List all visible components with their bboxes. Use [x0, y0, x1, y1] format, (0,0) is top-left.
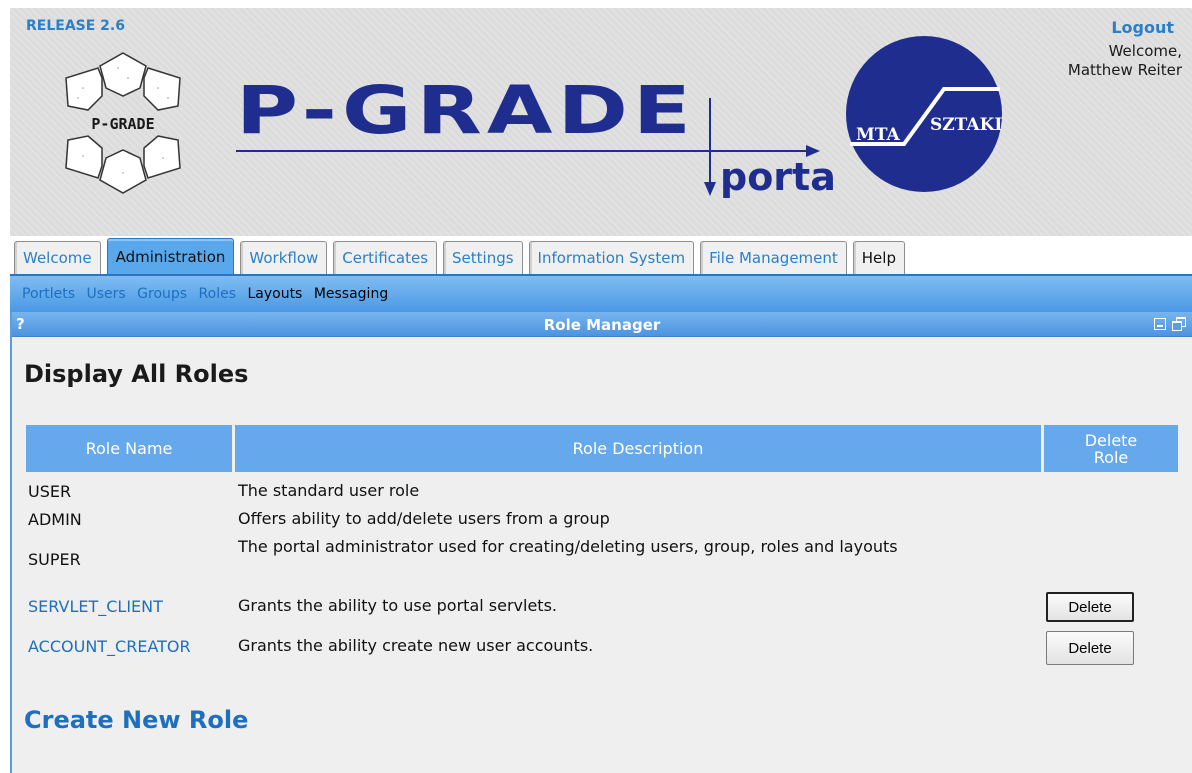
svg-text:P-GRADE: P-GRADE [91, 115, 154, 133]
subnav-users[interactable]: Users [87, 286, 126, 302]
admin-subnav: Portlets Users Groups Roles Layouts Mess… [10, 274, 1192, 312]
role-description: Grants the ability create new user accou… [238, 636, 594, 655]
main-tab-bar: Welcome Administration Workflow Certific… [10, 236, 1192, 274]
mta-sztaki-logo: MTA SZTAKI [844, 34, 1004, 198]
welcome-message: Welcome, Matthew Reiter [1022, 42, 1182, 80]
subnav-roles[interactable]: Roles [199, 286, 236, 302]
subnav-messaging[interactable]: Messaging [314, 286, 388, 302]
col-role-name: Role Name [26, 425, 232, 472]
svg-text:SZTAKI: SZTAKI [930, 115, 1002, 135]
col-delete-role-label: Delete Role [1084, 430, 1138, 467]
tab-file-management[interactable]: File Management [700, 241, 847, 274]
maximize-icon[interactable] [1172, 317, 1186, 331]
role-name-link[interactable]: SERVLET_CLIENT [28, 597, 163, 616]
svg-text:portal: portal [720, 155, 836, 199]
role-name-link[interactable]: ACCOUNT_CREATOR [28, 637, 191, 656]
role-name: USER [28, 482, 72, 501]
tab-certificates[interactable]: Certificates [333, 241, 438, 274]
page-title: Display All Roles [24, 360, 249, 388]
subnav-portlets[interactable]: Portlets [22, 286, 75, 302]
svg-text:MTA: MTA [856, 125, 901, 145]
role-manager-portlet: ? Role Manager Display All Roles Role Na… [10, 312, 1192, 773]
role-name: SUPER [28, 550, 81, 569]
logout-link[interactable]: Logout [1111, 18, 1174, 37]
delete-role-button[interactable]: Delete [1046, 631, 1134, 665]
subnav-groups[interactable]: Groups [137, 286, 187, 302]
tab-help[interactable]: Help [852, 241, 905, 274]
pgrade-portal-logo: P-GRADE portal [236, 72, 849, 212]
subnav-layouts[interactable]: Layouts [247, 286, 302, 302]
portlet-title: Role Manager [543, 316, 661, 334]
pgrade-emblem-logo: P-GRADE [48, 48, 198, 202]
release-label: RELEASE 2.6 [26, 18, 125, 34]
table-row: SERVLET_CLIENT Grants the ability to use… [28, 592, 1178, 622]
minimize-icon[interactable] [1154, 318, 1166, 330]
col-delete-role: Delete Role [1044, 425, 1178, 472]
tab-information-system[interactable]: Information System [528, 241, 695, 274]
roles-table-header: Role Name Role Description Delete Role [26, 425, 1178, 472]
col-role-description: Role Description [235, 425, 1041, 472]
tab-welcome[interactable]: Welcome [14, 241, 101, 274]
role-description: The portal administrator used for creati… [238, 537, 898, 556]
table-row: USER The standard user role [28, 482, 1178, 502]
portlet-titlebar: ? Role Manager [12, 312, 1192, 337]
role-description: Offers ability to add/delete users from … [238, 509, 610, 528]
role-description: Grants the ability to use portal servlet… [238, 596, 557, 615]
table-row: ACCOUNT_CREATOR Grants the ability creat… [28, 629, 1178, 665]
role-description: The standard user role [238, 481, 420, 500]
tab-workflow[interactable]: Workflow [240, 241, 328, 274]
tab-settings[interactable]: Settings [443, 241, 523, 274]
user-name: Matthew Reiter [1067, 61, 1182, 79]
table-row: SUPER The portal administrator used for … [28, 538, 1178, 578]
role-name: ADMIN [28, 510, 82, 529]
table-row: ADMIN Offers ability to add/delete users… [28, 510, 1178, 530]
tab-administration[interactable]: Administration [106, 238, 235, 274]
create-new-role-heading[interactable]: Create New Role [24, 706, 248, 734]
portal-header: RELEASE 2.6 P-GRADE P-GRADE porta MTA SZ… [10, 8, 1192, 236]
delete-role-button[interactable]: Delete [1046, 592, 1134, 622]
svg-text:P-GRADE: P-GRADE [236, 78, 696, 149]
welcome-line: Welcome, [1108, 42, 1182, 60]
